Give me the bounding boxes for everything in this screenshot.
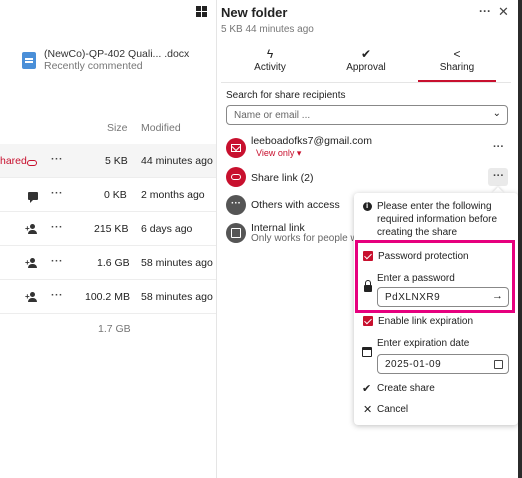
file-list-panel: (NewCo)-QP-402 Quali... .docx Recently c…: [0, 0, 216, 478]
recent-file-subtitle: Recently commented: [44, 60, 143, 72]
sidebar-more-button[interactable]: ···: [479, 4, 491, 18]
others-access-avatar: ···: [226, 195, 246, 215]
date-picker-icon[interactable]: [494, 360, 503, 369]
create-share-button[interactable]: Create share: [377, 383, 435, 394]
search-placeholder: Name or email ...: [234, 110, 311, 121]
add-user-icon[interactable]: +: [25, 291, 39, 303]
table-row[interactable]: ··· 0 KB 2 months ago: [0, 178, 216, 212]
external-link-icon: [231, 228, 241, 238]
table-row[interactable]: + ··· 215 KB 6 days ago: [0, 212, 216, 246]
add-user-icon[interactable]: +: [25, 223, 39, 235]
row-actions-button[interactable]: ···: [51, 187, 63, 199]
search-label: Search for share recipients: [226, 90, 346, 101]
grid-view-icon[interactable]: [196, 6, 207, 17]
expiration-date-value: 2025-01-09: [385, 359, 442, 370]
close-icon: ✕: [363, 404, 373, 416]
row-size: 100.2 MB: [85, 291, 130, 303]
row-size: 215 KB: [94, 223, 129, 235]
share-icon: <: [453, 47, 461, 61]
row-modified: 44 minutes ago: [141, 155, 213, 167]
share-permission-dropdown[interactable]: View only ▾: [256, 148, 301, 159]
share-link-actions-dots[interactable]: ···: [493, 170, 504, 182]
link-icon[interactable]: [27, 157, 37, 169]
info-icon: [363, 201, 372, 211]
expiration-date-input[interactable]: 2025-01-09: [377, 354, 509, 374]
link-expiration-checkbox[interactable]: [363, 316, 373, 326]
check-icon: ✔: [360, 47, 372, 61]
mail-icon: [231, 144, 241, 152]
sidebar-subtitle: 5 KB 44 minutes ago: [221, 24, 314, 35]
caret-down-icon: ▾: [296, 148, 302, 158]
chevron-down-icon[interactable]: ⌄: [493, 108, 501, 119]
share-recipient-email: leeboadofks7@gmail.com: [251, 135, 372, 147]
share-recipient-search-input[interactable]: Name or email ... ⌄: [226, 105, 508, 125]
column-header-size[interactable]: Size: [107, 122, 127, 134]
tab-sharing[interactable]: < Sharing: [411, 46, 503, 73]
close-icon[interactable]: ✕: [498, 4, 509, 20]
permission-label: View only: [256, 148, 295, 158]
row-modified: 58 minutes ago: [141, 291, 213, 303]
more-icon: ···: [231, 198, 241, 209]
recent-file-name[interactable]: (NewCo)-QP-402 Quali... .docx: [44, 48, 189, 60]
row-actions-button[interactable]: ···: [51, 153, 63, 165]
active-tab-indicator: [418, 80, 496, 82]
tab-label: Activity: [254, 62, 286, 73]
email-share-avatar: [226, 138, 246, 158]
row-size: 1.6 GB: [97, 257, 130, 269]
internal-link-avatar: [226, 223, 246, 243]
row-size: 0 KB: [104, 189, 127, 201]
window-edge: [518, 0, 522, 478]
comment-icon[interactable]: [28, 190, 38, 204]
link-icon: [231, 174, 241, 180]
link-expiration-label[interactable]: Enable link expiration: [378, 316, 473, 327]
row-modified: 6 days ago: [141, 223, 193, 235]
checkmark-icon: ✔: [362, 383, 372, 395]
row-actions-button[interactable]: ···: [51, 255, 63, 267]
email-share-actions-button[interactable]: ···: [493, 141, 504, 153]
table-row[interactable]: + ··· 100.2 MB 58 minutes ago: [0, 280, 216, 314]
row-size: 5 KB: [105, 155, 128, 167]
table-row[interactable]: hared ··· 5 KB 44 minutes ago: [0, 144, 216, 178]
row-actions-button[interactable]: ···: [51, 289, 63, 301]
row-modified: 2 months ago: [141, 189, 205, 201]
total-size: 1.7 GB: [98, 323, 131, 335]
tab-label: Approval: [346, 62, 386, 73]
highlight-annotation-box: [355, 240, 515, 313]
document-icon: [22, 52, 36, 69]
row-modified: 58 minutes ago: [141, 257, 213, 269]
tab-activity[interactable]: ϟ Activity: [224, 46, 316, 73]
activity-icon: ϟ: [266, 47, 274, 61]
cancel-button[interactable]: Cancel: [377, 404, 408, 415]
sidebar-title: New folder: [221, 5, 288, 20]
add-user-icon[interactable]: +: [25, 257, 39, 269]
internal-link-subtitle: Only works for people w: [251, 233, 358, 244]
tabs-divider: [221, 82, 511, 83]
shared-label[interactable]: hared: [0, 155, 27, 167]
info-message: Please enter the following required info…: [377, 201, 498, 238]
table-row[interactable]: + ··· 1.6 GB 58 minutes ago: [0, 246, 216, 280]
tab-label: Sharing: [439, 62, 475, 73]
share-link-avatar: [226, 167, 246, 187]
expiration-field-label: Enter expiration date: [377, 338, 470, 349]
calendar-icon: [362, 347, 372, 357]
row-actions-button[interactable]: ···: [51, 221, 63, 233]
share-link-label: Share link (2): [251, 172, 314, 184]
others-with-access-label[interactable]: Others with access: [251, 199, 340, 211]
column-header-modified[interactable]: Modified: [141, 122, 181, 134]
tab-approval[interactable]: ✔ Approval: [320, 46, 412, 73]
